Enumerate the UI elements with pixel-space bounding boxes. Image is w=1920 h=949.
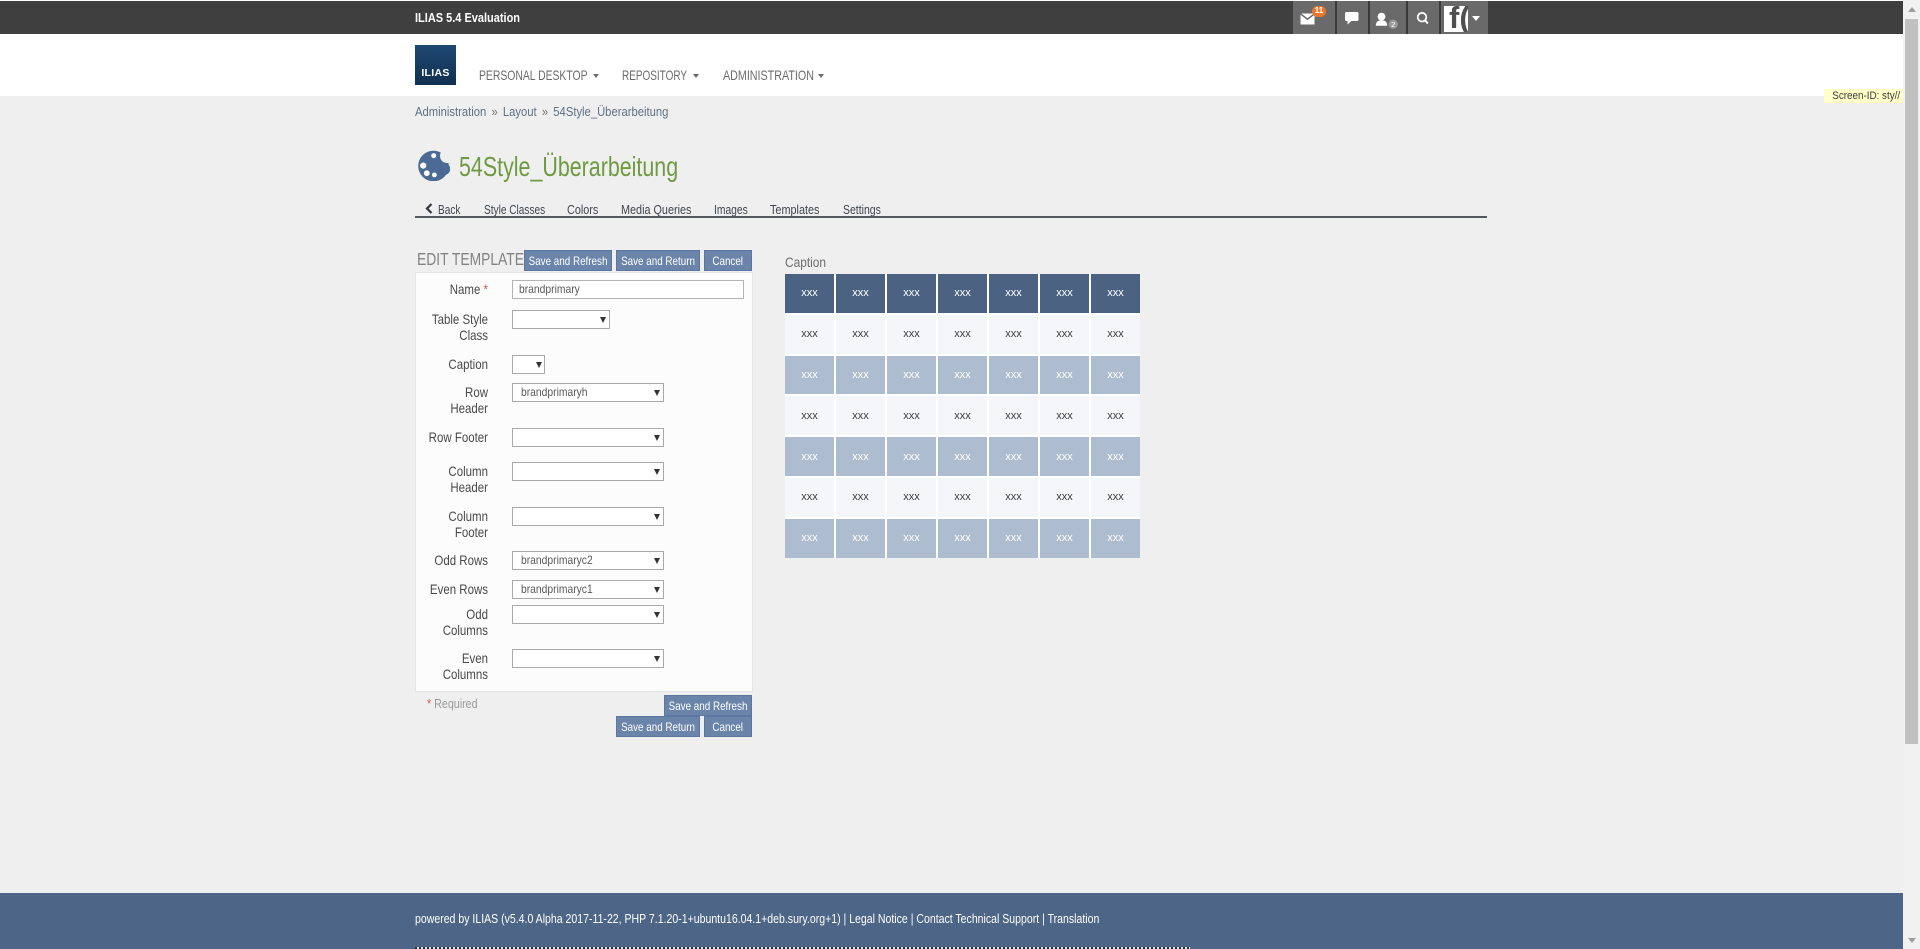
svg-text:2: 2 [1391,20,1395,29]
